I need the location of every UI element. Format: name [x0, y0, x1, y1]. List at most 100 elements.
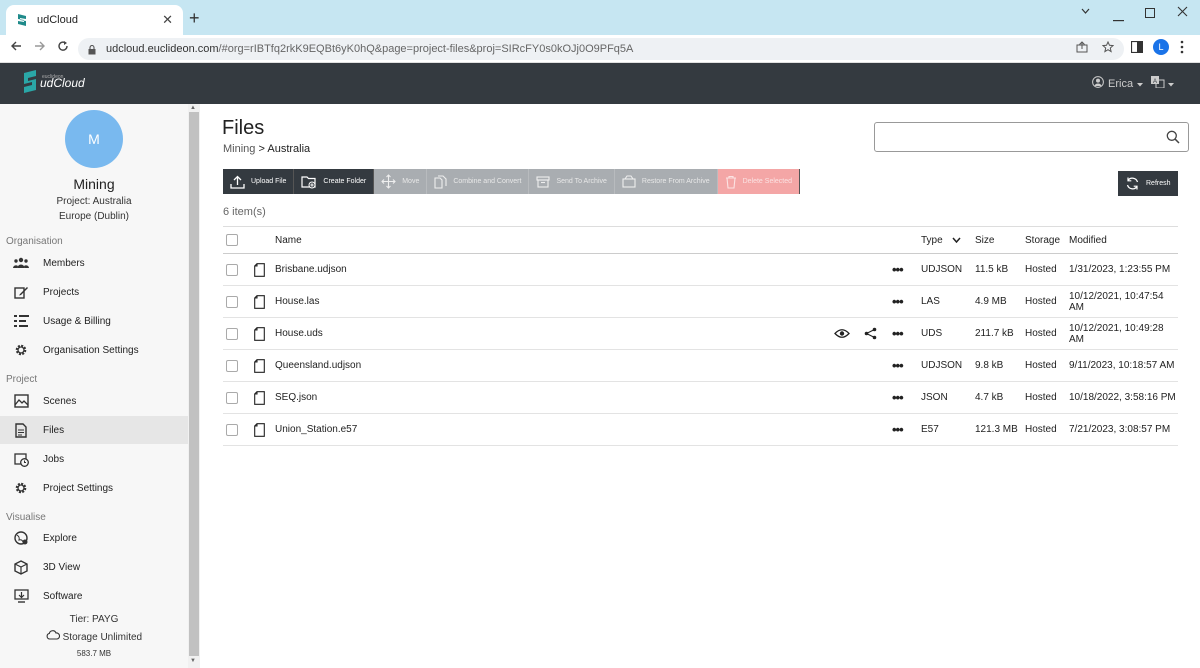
sort-chevron-down-icon: [952, 235, 961, 246]
browser-menu-icon[interactable]: [1180, 40, 1184, 57]
more-actions-icon[interactable]: •••: [892, 350, 904, 381]
share-page-icon[interactable]: [1076, 41, 1088, 56]
column-size[interactable]: Size: [975, 227, 994, 253]
download-icon: [13, 588, 29, 604]
address-bar[interactable]: udcloud.euclideon.com/#org=rIBTfq2rkK9EQ…: [78, 38, 1124, 60]
column-type[interactable]: Type: [921, 227, 961, 253]
row-checkbox[interactable]: [226, 423, 238, 436]
sidebar-item-label: Projects: [43, 286, 80, 298]
sidebar-item-members[interactable]: Members: [0, 249, 188, 277]
share-icon[interactable]: [864, 318, 877, 349]
sidebar-item-projects[interactable]: Projects: [0, 278, 188, 306]
row-checkbox[interactable]: [226, 295, 238, 308]
sidebar-scrollbar-thumb[interactable]: [189, 112, 199, 656]
tab-close-icon[interactable]: ✕: [162, 12, 173, 28]
explore-icon: [13, 530, 29, 546]
more-actions-icon[interactable]: •••: [892, 382, 904, 413]
row-checkbox[interactable]: [226, 263, 238, 276]
sidebar-item-label: Members: [43, 257, 85, 269]
table-row[interactable]: SEQ.json ••• JSON 4.7 kB Hosted 10/18/20…: [223, 382, 1178, 414]
archive-icon: [536, 175, 550, 188]
window-maximize-icon[interactable]: [1145, 6, 1155, 21]
combine-convert-button[interactable]: Combine and Convert: [427, 169, 530, 194]
sidebar-item-label: Project Settings: [43, 482, 114, 494]
table-row[interactable]: Queensland.udjson ••• UDJSON 9.8 kB Host…: [223, 350, 1178, 382]
language-menu[interactable]: A: [1151, 76, 1174, 91]
section-visualise: Visualise: [6, 512, 46, 523]
file-name[interactable]: Brisbane.udjson: [275, 254, 347, 285]
file-name[interactable]: SEQ.json: [275, 382, 317, 413]
sidebar-item-software[interactable]: Software: [0, 582, 188, 610]
reload-icon[interactable]: [57, 40, 69, 56]
new-tab-button[interactable]: +: [189, 9, 200, 27]
delete-selected-button[interactable]: Delete Selected: [717, 169, 801, 194]
column-storage[interactable]: Storage: [1025, 227, 1060, 253]
sidebar-item-label: Jobs: [43, 453, 65, 465]
more-actions-icon[interactable]: •••: [892, 254, 904, 285]
send-to-archive-button[interactable]: Send To Archive: [529, 169, 615, 194]
browser-tab[interactable]: udCloud ✕: [6, 5, 183, 35]
create-folder-button[interactable]: Create Folder: [294, 169, 375, 194]
window-close-icon[interactable]: [1177, 5, 1188, 20]
members-icon: [13, 255, 29, 271]
file-icon: [254, 414, 265, 445]
minimize-icon[interactable]: [1080, 5, 1091, 20]
sidebar-item-label: Usage & Billing: [43, 315, 111, 327]
file-storage: Hosted: [1025, 360, 1057, 371]
move-button[interactable]: Move: [374, 169, 428, 194]
row-checkbox[interactable]: [226, 391, 238, 404]
more-actions-icon[interactable]: •••: [892, 414, 904, 445]
search-icon[interactable]: [1166, 130, 1180, 144]
scroll-down-arrow-icon[interactable]: ▼: [190, 658, 196, 664]
sidebar-toggle-icon[interactable]: [1130, 40, 1144, 56]
sidebar-item-project-settings[interactable]: Project Settings: [0, 474, 188, 502]
table-row[interactable]: House.uds ••• UDS 211.7 kB Hosted 10/12/…: [223, 318, 1178, 350]
file-name[interactable]: House.uds: [275, 318, 323, 349]
file-storage: Hosted: [1025, 296, 1057, 307]
upload-file-button[interactable]: Upload File: [223, 169, 295, 194]
file-name[interactable]: House.las: [275, 286, 319, 317]
row-checkbox[interactable]: [226, 359, 238, 372]
eye-view-icon[interactable]: [834, 318, 850, 349]
udcloud-logo[interactable]: euclideon udCloud: [24, 70, 85, 96]
trash-icon: [725, 175, 736, 189]
browser-tab-strip: udCloud ✕ +: [0, 0, 1200, 35]
column-modified[interactable]: Modified: [1069, 227, 1107, 253]
more-actions-icon[interactable]: •••: [892, 318, 904, 349]
table-row[interactable]: Union_Station.e57 ••• E57 121.3 MB Hoste…: [223, 414, 1178, 446]
more-actions-icon[interactable]: •••: [892, 286, 904, 317]
restore-from-archive-button[interactable]: Restore From Archive: [614, 169, 718, 194]
user-menu[interactable]: Erica: [1092, 76, 1144, 91]
file-name[interactable]: Queensland.udjson: [275, 350, 361, 381]
window-minimize-icon[interactable]: [1113, 10, 1124, 25]
files-table: Name Type Size Storage Modified Brisbane…: [223, 226, 1178, 446]
back-arrow-icon[interactable]: [10, 40, 22, 56]
bookmark-star-icon[interactable]: [1101, 40, 1115, 56]
scroll-up-arrow-icon[interactable]: ▲: [190, 105, 196, 111]
select-all-checkbox[interactable]: [226, 234, 238, 246]
sidebar-item-jobs[interactable]: Jobs: [0, 445, 188, 473]
projects-icon: [13, 284, 29, 300]
row-checkbox[interactable]: [226, 327, 238, 340]
table-row[interactable]: House.las ••• LAS 4.9 MB Hosted 10/12/20…: [223, 286, 1178, 318]
sidebar-item-3d-view[interactable]: 3D View: [0, 553, 188, 581]
sidebar-item-files[interactable]: Files: [0, 416, 188, 444]
refresh-button[interactable]: Refresh: [1118, 171, 1178, 196]
user-name: Erica: [1108, 77, 1134, 90]
upload-icon: [230, 175, 245, 189]
sidebar-item-scenes[interactable]: Scenes: [0, 387, 188, 415]
forward-arrow-icon[interactable]: [34, 40, 46, 56]
breadcrumb-current: Australia: [267, 143, 311, 155]
restore-icon: [622, 175, 636, 188]
profile-avatar[interactable]: L: [1153, 39, 1169, 55]
sidebar-item-explore[interactable]: Explore: [0, 524, 188, 552]
search-input[interactable]: [874, 122, 1189, 152]
column-name[interactable]: Name: [275, 227, 302, 253]
logo-mark-icon: [24, 70, 36, 93]
chevron-down-icon: [1137, 78, 1144, 90]
sidebar-item-organisation-settings[interactable]: Organisation Settings: [0, 336, 188, 364]
sidebar-item-usage-billing[interactable]: Usage & Billing: [0, 307, 188, 335]
table-row[interactable]: Brisbane.udjson ••• UDJSON 11.5 kB Hoste…: [223, 254, 1178, 286]
breadcrumb-parent[interactable]: Mining: [223, 143, 255, 155]
file-name[interactable]: Union_Station.e57: [275, 414, 357, 445]
